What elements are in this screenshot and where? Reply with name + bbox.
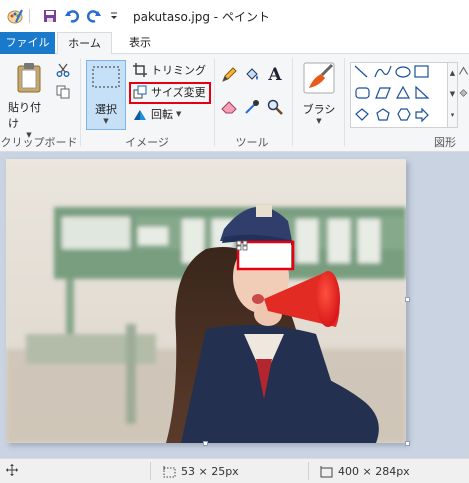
group-separator — [292, 58, 293, 146]
brush-button[interactable]: ブラシ ▼ — [298, 60, 340, 130]
selection-size-icon — [163, 465, 176, 478]
eraser-icon[interactable] — [220, 98, 238, 116]
canvas-resize-handle-bottom[interactable] — [203, 441, 208, 446]
text-tool-icon[interactable]: A — [266, 65, 284, 85]
select-label: 選択 — [95, 103, 117, 116]
rotate-button[interactable]: 回転 ▼ — [133, 105, 181, 123]
trim-label: トリミング — [151, 64, 206, 77]
customize-quick-access-icon[interactable] — [106, 8, 122, 24]
tab-file[interactable]: ファイル — [0, 32, 55, 54]
status-bar: 53 × 25px 400 × 284px — [0, 458, 469, 483]
status-separator — [308, 462, 309, 480]
fill-bucket-icon[interactable] — [243, 66, 261, 84]
clipboard-group-label: クリップボード — [0, 136, 78, 149]
paste-label: 貼り付け — [8, 101, 41, 130]
selection-icon — [92, 66, 120, 91]
photo — [6, 159, 406, 443]
rotate-label: 回転 — [151, 108, 173, 121]
cut-icon[interactable] — [55, 62, 71, 78]
copy-icon[interactable] — [55, 84, 71, 100]
image-group-label: イメージ — [125, 136, 169, 149]
magnifier-icon[interactable] — [266, 98, 284, 116]
move-cursor-icon — [6, 464, 18, 479]
chevron-down-icon: ▼ — [103, 117, 109, 125]
canvas-image[interactable] — [6, 159, 406, 443]
brush-label: ブラシ — [302, 103, 336, 116]
image-size-text: 400 × 284px — [338, 465, 410, 478]
color-picker-icon[interactable] — [243, 98, 261, 116]
paste-button[interactable]: 貼り付け ▼ — [8, 60, 50, 139]
group-separator — [80, 58, 81, 146]
tools-group-label: ツール — [235, 136, 269, 149]
resize-highlight — [129, 82, 211, 104]
chevron-down-icon: ▼ — [316, 117, 322, 125]
rotate-icon — [133, 107, 147, 121]
brush-icon — [303, 62, 335, 97]
shapes-gallery — [350, 62, 448, 128]
canvas-resize-handle-right[interactable] — [405, 297, 410, 302]
clipboard-icon — [15, 62, 43, 97]
quick-access-separator — [29, 9, 30, 23]
ribbon: 貼り付け ▼ クリップボード 選択 ▼ トリミング サイズ変更 回転 ▼ イメー… — [0, 54, 469, 152]
fill-icon[interactable] — [458, 86, 469, 100]
redo-icon[interactable] — [86, 8, 102, 24]
paint-app-icon[interactable] — [7, 8, 23, 24]
selection-size: 53 × 25px — [163, 459, 239, 483]
tab-home[interactable]: ホーム — [57, 32, 112, 55]
title-bar: pakutaso.jpg - ペイント — [0, 0, 469, 32]
ribbon-tabs: ファイル ホーム 表示 — [0, 32, 469, 55]
chevron-down-icon: ▼ — [176, 110, 182, 118]
group-separator — [344, 58, 345, 146]
window-title: pakutaso.jpg - ペイント — [133, 10, 270, 24]
select-button[interactable]: 選択 ▼ — [86, 60, 126, 130]
tab-view[interactable]: 表示 — [115, 32, 165, 54]
status-separator — [150, 462, 151, 480]
canvas-resize-handle-corner[interactable] — [405, 441, 410, 446]
crop-icon — [133, 63, 147, 77]
save-icon[interactable] — [42, 8, 58, 24]
pencil-icon[interactable] — [220, 66, 238, 84]
image-size-icon — [320, 465, 333, 478]
group-separator — [214, 58, 215, 146]
image-size: 400 × 284px — [320, 459, 410, 483]
shapes-scroll[interactable]: ▲ ▼ ▾ — [448, 62, 458, 128]
selection-size-text: 53 × 25px — [181, 465, 239, 478]
shapes-group-label: 図形 — [434, 136, 456, 149]
undo-icon[interactable] — [64, 8, 80, 24]
cursor-position — [6, 459, 18, 483]
trim-button[interactable]: トリミング — [133, 61, 206, 79]
outline-icon[interactable] — [458, 64, 469, 78]
canvas-area — [0, 152, 469, 458]
